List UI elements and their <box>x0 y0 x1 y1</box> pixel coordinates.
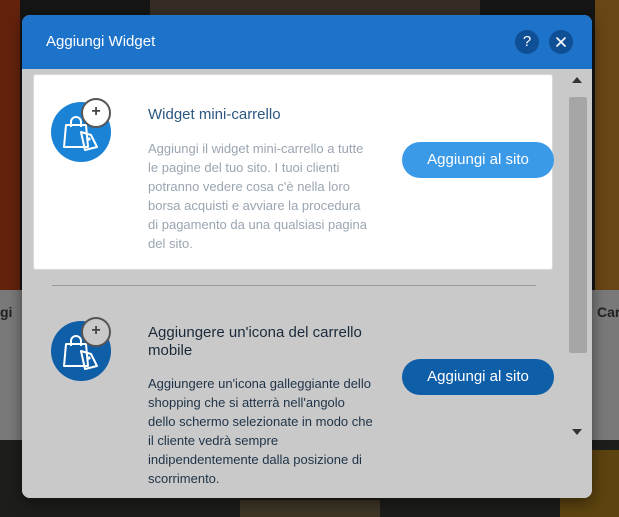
help-button[interactable]: ? <box>515 30 539 54</box>
scroll-up-icon[interactable] <box>572 77 582 83</box>
widget-card-floating-cart: + Aggiungere un'icona del carrello mobil… <box>34 299 554 493</box>
scrollbar-thumb[interactable] <box>569 97 587 353</box>
widget-icon: + <box>51 317 113 383</box>
widget-description: Aggiungi il widget mini-carrello a tutte… <box>148 141 368 251</box>
widget-title: Aggiungere un'icona del carrello mobile <box>148 324 362 359</box>
close-icon <box>556 37 566 47</box>
plus-icon: + <box>81 317 111 347</box>
widget-description: Aggiungere un'icona galleggiante dello s… <box>148 376 373 486</box>
close-button[interactable] <box>549 30 573 54</box>
dialog-header: Aggiungi Widget ? <box>22 15 592 69</box>
add-widget-dialog: Aggiungi Widget ? + Widget mini-carrello… <box>22 15 592 498</box>
scrollbar[interactable] <box>568 71 588 443</box>
widget-icon: + <box>51 98 113 164</box>
help-icon: ? <box>522 33 532 50</box>
add-to-site-button[interactable]: Aggiungi al sito <box>402 359 554 395</box>
background-label: gi <box>0 304 13 320</box>
dialog-body[interactable]: + Widget mini-carrello Aggiungi il widge… <box>22 69 592 498</box>
divider <box>52 285 536 286</box>
scroll-down-icon[interactable] <box>572 429 582 435</box>
background-label: Car <box>597 304 619 320</box>
plus-icon: + <box>81 98 111 128</box>
widget-card-mini-cart: + Widget mini-carrello Aggiungi il widge… <box>34 75 554 269</box>
dialog-title: Aggiungi Widget <box>46 33 156 50</box>
add-to-site-button[interactable]: Aggiungi al sito <box>402 142 554 178</box>
widget-title: Widget mini-carrello <box>148 106 281 123</box>
